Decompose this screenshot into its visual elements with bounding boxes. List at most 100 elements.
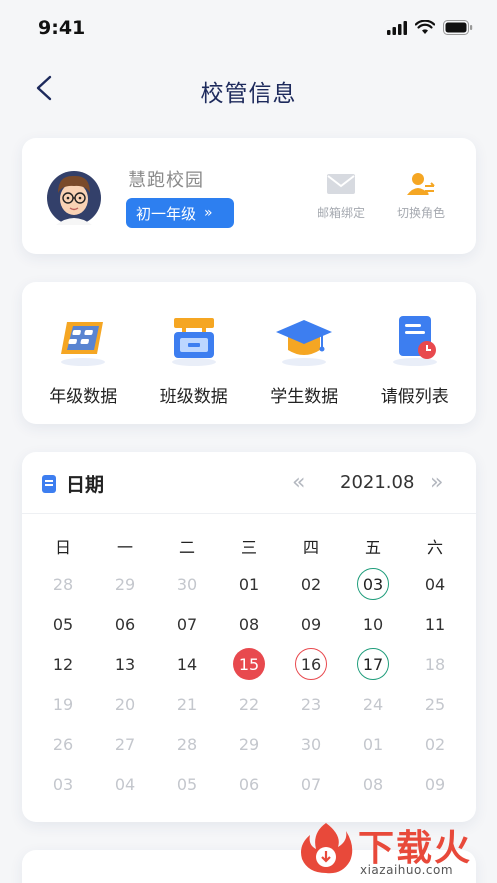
current-month: 2021.08 [340,472,415,493]
calendar-day[interactable]: 27 [94,724,156,764]
calendar-day[interactable]: 01 [342,724,404,764]
calendar-day[interactable]: 03 [342,564,404,604]
calendar-day-number: 21 [176,694,198,714]
calendar-day[interactable]: 08 [342,764,404,804]
calendar-day[interactable]: 09 [404,764,466,804]
calendar-day[interactable]: 07 [156,604,218,644]
calendar-day[interactable]: 16 [280,644,342,684]
calendar-day[interactable]: 30 [280,724,342,764]
calendar-day-number: 09 [424,774,446,794]
menu-item-leave-list[interactable]: 请假列表 [361,282,469,424]
calendar-day-number: 05 [176,774,198,794]
status-time: 9:41 [38,17,86,39]
calendar-day-number: 20 [114,694,136,714]
calendar-day[interactable]: 30 [156,564,218,604]
student-data-label: 学生数据 [270,387,339,407]
flame-logo-icon [301,823,353,874]
calendar-day[interactable]: 28 [32,564,94,604]
calendar-day-number: 14 [176,654,198,674]
calendar-day[interactable]: 15 [218,644,280,684]
calendar-day[interactable]: 23 [280,684,342,724]
calendar-day-number: 01 [238,574,260,594]
calendar-day[interactable]: 18 [404,644,466,684]
calendar-day[interactable]: 28 [156,724,218,764]
calendar-day[interactable]: 11 [404,604,466,644]
calendar-day[interactable]: 10 [342,604,404,644]
calendar-day-number: 03 [357,568,389,600]
calendar-day[interactable]: 05 [156,764,218,804]
calendar-day-number: 28 [52,574,74,594]
switch-user-icon [407,173,435,195]
weekday-label: 一 [116,538,133,557]
calendar-day[interactable]: 02 [404,724,466,764]
calendar-day-number: 09 [300,614,322,634]
mail-bind-button[interactable]: 邮箱绑定 [306,172,376,221]
grade-selector-button[interactable]: 初一年级 » [126,198,234,228]
calendar-day[interactable]: 09 [280,604,342,644]
watermark: 下载火 xiazaihuo.com [292,817,497,883]
calendar-day-number: 30 [300,734,322,754]
switch-role-button[interactable]: 切换角色 [386,172,456,221]
calendar-day[interactable]: 21 [156,684,218,724]
calendar-day-number: 30 [176,574,198,594]
calendar-day[interactable]: 26 [32,724,94,764]
calendar-day-number: 07 [176,614,198,634]
calendar-day[interactable]: 12 [32,644,94,684]
calendar-day-number: 29 [238,734,260,754]
calendar-day[interactable]: 22 [218,684,280,724]
calendar-week-row: 19 20 21 22 23 24 25 [32,684,466,724]
mail-bind-label: 邮箱绑定 [316,206,365,220]
calendar-day[interactable]: 07 [280,764,342,804]
mail-icon [327,174,355,194]
calendar-day-number: 02 [424,734,446,754]
next-month-button[interactable]: » [430,470,444,495]
weekday-label: 四 [302,538,319,557]
calendar-day[interactable]: 04 [404,564,466,604]
calendar-week-row: 28 29 30 01 02 03 04 [32,564,466,604]
calendar-day-number: 11 [424,614,446,634]
calendar-day[interactable]: 02 [280,564,342,604]
calendar-day[interactable]: 06 [94,604,156,644]
calendar-day[interactable]: 17 [342,644,404,684]
weekday-header: 日 一 二 三 四 五 六 [32,534,466,558]
calendar-day[interactable]: 03 [32,764,94,804]
calendar-day[interactable]: 08 [218,604,280,644]
calendar-day-number: 10 [362,614,384,634]
weekday-label: 五 [364,538,381,557]
calendar-day-number: 08 [362,774,384,794]
menu-card: 年级数据 班级数据 学生数据 请假列表 [22,282,476,424]
calendar-day-number: 29 [114,574,136,594]
calendar-day-number: 15 [233,648,265,680]
grade-label: 初一年级 [136,204,197,223]
prev-month-button[interactable]: « [292,470,306,495]
calendar-day[interactable]: 01 [218,564,280,604]
calendar-day[interactable]: 24 [342,684,404,724]
calendar-day[interactable]: 19 [32,684,94,724]
calendar-day[interactable]: 13 [94,644,156,684]
weekday-label: 二 [178,538,195,557]
calendar-day[interactable]: 05 [32,604,94,644]
calendar-day-number: 04 [114,774,136,794]
calendar-day-number: 07 [300,774,322,794]
calendar-day[interactable]: 14 [156,644,218,684]
calendar-day[interactable]: 25 [404,684,466,724]
calendar-day[interactable]: 04 [94,764,156,804]
calendar-day-number: 27 [114,734,136,754]
menu-item-grade-data[interactable]: 年级数据 [29,282,137,424]
calendar-day-number: 05 [52,614,74,634]
calendar-day-number: 26 [52,734,74,754]
calendar-day[interactable]: 06 [218,764,280,804]
watermark-url: xiazaihuo.com [360,863,454,877]
menu-item-class-data[interactable]: 班级数据 [140,282,248,424]
calendar-day-number: 06 [238,774,260,794]
calendar-day[interactable]: 20 [94,684,156,724]
grade-data-icon [61,322,106,366]
calendar-day[interactable]: 29 [218,724,280,764]
nav-bar: 校管信息 [0,62,497,114]
calendar-day-number: 02 [300,574,322,594]
avatar[interactable] [46,165,102,227]
double-chevron-right-icon: » [204,205,213,221]
calendar-day[interactable]: 29 [94,564,156,604]
menu-item-student-data[interactable]: 学生数据 [250,282,358,424]
calendar-week-row: 05 06 07 08 09 10 11 [32,604,466,644]
